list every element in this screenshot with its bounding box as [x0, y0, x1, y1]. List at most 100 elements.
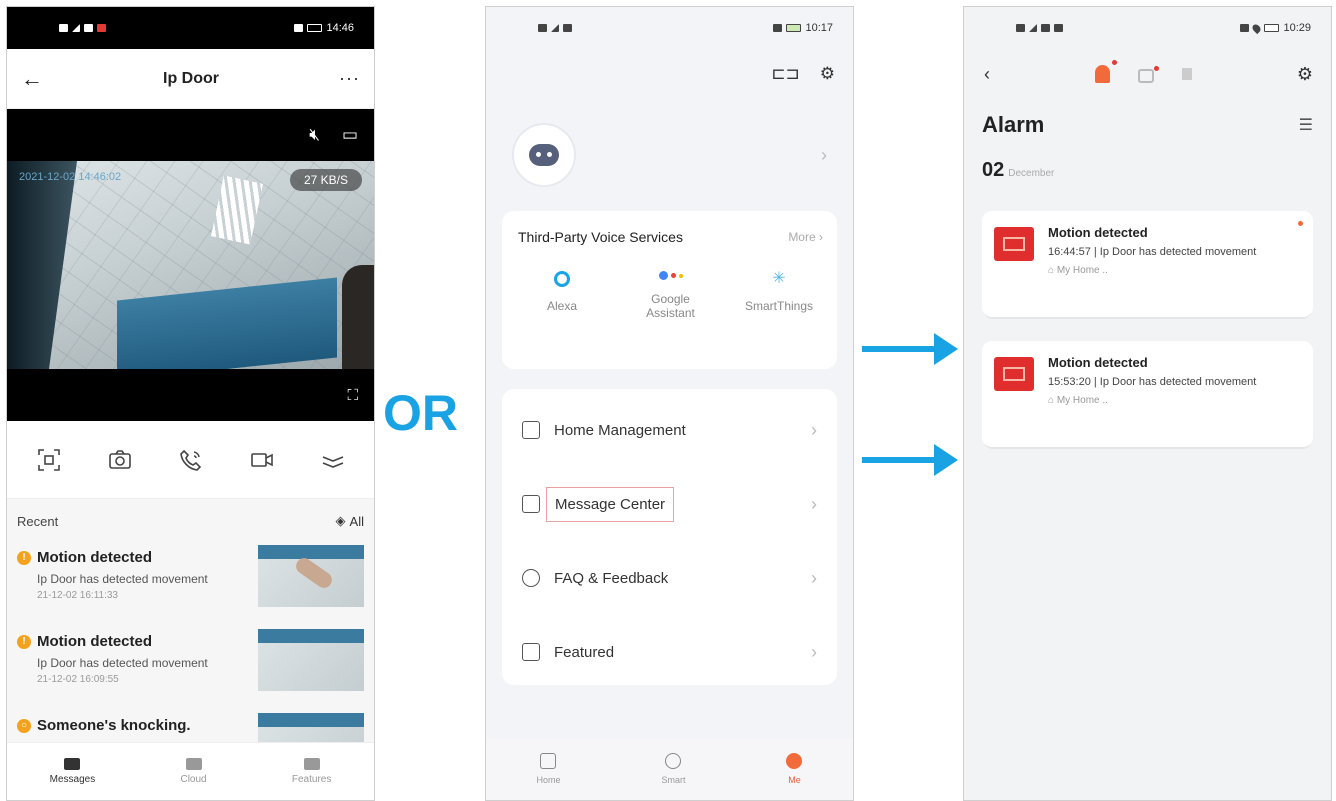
date-day: 02	[982, 159, 1005, 181]
live-video-feed[interactable]: 2021-12-02 14:46:02 27 KB/S	[7, 161, 374, 369]
more-options-icon[interactable]: ···	[339, 68, 360, 89]
voice-service-google-assistant[interactable]: Google Assistant	[631, 271, 711, 320]
tab-me[interactable]: Me	[786, 753, 803, 785]
bell-icon[interactable]	[1094, 60, 1117, 83]
status-time: 14:46	[326, 22, 354, 34]
cloud-icon	[185, 758, 202, 770]
alarm-title: Motion detected	[1048, 355, 1148, 370]
settings-gear-icon[interactable]: ⚙	[1297, 64, 1313, 85]
voice-services-title: Third-Party Voice Services	[518, 229, 683, 245]
alarm-home: ⌂ My Home ..	[1048, 265, 1108, 277]
tab-label: Home	[536, 775, 561, 785]
menu-faq-feedback[interactable]: FAQ & Feedback ›	[502, 541, 837, 615]
event-subtitle: Ip Door has detected movement	[37, 656, 208, 670]
expand-icon[interactable]	[319, 447, 347, 473]
voice-services-card: Third-Party Voice Services More › Alexa …	[502, 211, 837, 369]
battery-icon	[307, 24, 323, 32]
battery-icon	[786, 24, 802, 32]
event-thumbnail[interactable]	[258, 545, 364, 607]
alexa-icon	[554, 271, 570, 287]
event-title: Someone's knocking.	[37, 717, 191, 734]
menu-label: Message Center	[546, 486, 675, 522]
status-bar: 14:46	[7, 7, 374, 49]
alarm-thumbnail	[994, 357, 1034, 391]
layers-icon: ◈	[335, 513, 346, 528]
event-title: Motion detected	[37, 633, 152, 650]
tab-home[interactable]: Home	[536, 753, 561, 785]
home-label: My Home ..	[1056, 395, 1108, 407]
tab-cloud[interactable]: Cloud	[180, 758, 207, 785]
home-label: My Home ..	[1056, 265, 1108, 277]
chevron-right-icon: ›	[811, 493, 817, 514]
home-icon	[540, 753, 557, 769]
sim-icon	[1016, 24, 1025, 32]
event-title: Motion detected	[37, 549, 152, 566]
sun-icon	[665, 753, 682, 769]
alarm-description: 15:53:20 | Ip Door has detected movement	[1048, 376, 1257, 388]
talk-phone-icon[interactable]	[177, 447, 205, 473]
all-link[interactable]: ◈ All	[336, 513, 364, 529]
back-chevron-icon[interactable]: ‹	[984, 64, 990, 85]
tab-messages[interactable]: Messages	[49, 758, 96, 785]
alarm-description: 16:44:57 | Ip Door has detected movement	[1048, 246, 1257, 258]
filter-icon[interactable]: ☰	[1299, 115, 1313, 135]
google-assistant-icon	[658, 271, 683, 280]
top-actions: ⊏⊐ ⚙	[486, 49, 853, 99]
menu-label: FAQ & Feedback	[554, 569, 669, 587]
app-header: ← Ip Door ···	[7, 49, 374, 109]
status-bar: 10:17	[486, 7, 853, 49]
bookmark-icon	[522, 643, 540, 661]
title-row: Alarm ☰	[964, 99, 1331, 151]
signal-icon	[551, 24, 559, 32]
tab-label: Me	[788, 775, 801, 785]
fullscreen-icon[interactable]: ⛶	[347, 387, 358, 404]
screenshot-icon[interactable]	[35, 447, 63, 473]
page-title: Alarm	[982, 112, 1045, 137]
recent-header: Recent ◈ All	[7, 499, 374, 543]
arrow-right-icon	[862, 444, 958, 476]
app-notification-icon	[97, 24, 106, 32]
profile-row[interactable]: ›	[486, 99, 853, 211]
event-subtitle: Ip Door has detected movement	[37, 572, 208, 586]
more-link[interactable]: More ›	[788, 230, 823, 244]
voice-service-alexa[interactable]: Alexa	[522, 271, 602, 320]
warning-icon: !	[17, 550, 31, 565]
scan-icon[interactable]: ⊏⊐	[771, 64, 800, 84]
event-time: 21-12-02 16:09:55	[37, 674, 119, 685]
lock-icon[interactable]	[1137, 66, 1159, 83]
tab-smart[interactable]: Smart	[661, 753, 686, 785]
event-item[interactable]: ! Motion detected Ip Door has detected mo…	[7, 543, 374, 627]
arrow-right-icon	[862, 333, 958, 365]
resolution-icon[interactable]: ▭	[342, 125, 358, 145]
sim-icon	[59, 24, 68, 32]
avatar[interactable]	[512, 123, 576, 187]
unread-dot	[1298, 221, 1303, 226]
menu-message-center[interactable]: Message Center ›	[502, 467, 837, 541]
page-title: Ip Door	[163, 69, 219, 87]
tab-label: Features	[291, 774, 332, 785]
alarm-item[interactable]: Motion detected 16:44:57 | Ip Door has d…	[982, 211, 1313, 317]
wifi-icon	[1041, 24, 1050, 32]
settings-gear-icon[interactable]: ⚙	[820, 64, 835, 84]
speaker-icon[interactable]	[1181, 68, 1192, 80]
record-video-icon[interactable]	[248, 447, 276, 473]
event-thumbnail[interactable]	[258, 629, 364, 691]
event-item[interactable]: ! Motion detected Ip Door has detected mo…	[7, 627, 374, 711]
tab-label: Smart	[661, 775, 686, 785]
menu-label: Home Management	[554, 421, 686, 439]
info-icon: ○	[17, 718, 31, 733]
smartthings-icon: ✳	[772, 270, 786, 287]
menu-home-management[interactable]: Home Management ›	[502, 393, 837, 467]
home-icon	[522, 421, 540, 439]
voice-service-smartthings[interactable]: ✳ SmartThings	[739, 271, 819, 320]
nfc-icon	[773, 24, 783, 32]
alarm-item[interactable]: Motion detected 15:53:20 | Ip Door has d…	[982, 341, 1313, 447]
alarm-home: ⌂ My Home ..	[1048, 395, 1108, 407]
menu-featured[interactable]: Featured ›	[502, 615, 837, 689]
camera-icon[interactable]	[106, 447, 134, 473]
back-arrow-icon[interactable]: ←	[21, 66, 43, 92]
tab-features[interactable]: Features	[292, 758, 331, 785]
status-time: 10:17	[805, 22, 833, 34]
tab-label: Messages	[49, 774, 96, 785]
mute-icon[interactable]: 🔇︎	[309, 125, 320, 145]
